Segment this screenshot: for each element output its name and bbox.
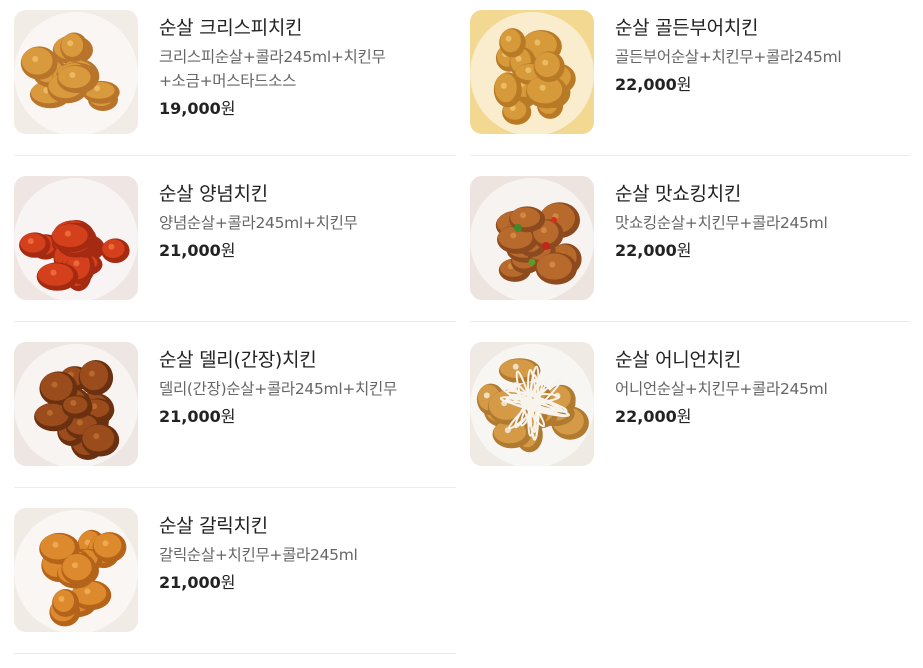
yangnyeom-chicken-image[interactable] [14, 176, 138, 300]
currency-suffix: 원 [220, 573, 236, 592]
currency-suffix: 원 [676, 241, 692, 260]
menu-item-price: 19,000원 [159, 97, 454, 121]
menu-item-name[interactable]: 순살 크리스피치킨 [159, 14, 454, 42]
menu-item-info: 순살 골든부어치킨골든부어순살+치킨무+콜라245ml 22,000원 [615, 14, 910, 97]
menu-item[interactable]: 순살 골든부어치킨골든부어순살+치킨무+콜라245ml 22,000원 [470, 10, 910, 170]
menu-item-description-line: 크리스피순살+콜라245ml+치킨무 [159, 48, 386, 66]
menu-item[interactable]: 순살 어니언치킨어니언순살+치킨무+콜라245ml 22,000원 [470, 342, 910, 502]
divider [14, 321, 456, 322]
menu-item-description: 갈릭순살+치킨무+콜라245ml [159, 543, 454, 567]
menu-item-price: 21,000원 [159, 405, 454, 429]
menu-item-description: 어니언순살+치킨무+콜라245ml [615, 377, 910, 401]
menu-item[interactable]: 순살 양념치킨양념순살+콜라245ml+치킨무 21,000원 [14, 176, 454, 336]
divider [14, 487, 456, 488]
price-value: 21,000 [159, 407, 221, 426]
price-value: 22,000 [615, 75, 677, 94]
menu-item-name[interactable]: 순살 양념치킨 [159, 180, 454, 208]
menu-item-info: 순살 델리(간장)치킨델리(간장)순살+콜라245ml+치킨무 21,000원 [159, 346, 454, 429]
menu-item-price: 21,000원 [159, 239, 454, 263]
menu-item[interactable]: 순살 맛쇼킹치킨맛쇼킹순살+치킨무+콜라245ml 22,000원 [470, 176, 910, 336]
menu-item-description-line: 델리(간장)순살+콜라245ml+치킨무 [159, 380, 397, 398]
menu-item-name[interactable]: 순살 델리(간장)치킨 [159, 346, 454, 374]
menu-item-name[interactable]: 순살 갈릭치킨 [159, 512, 454, 540]
menu-item-info: 순살 갈릭치킨갈릭순살+치킨무+콜라245ml 21,000원 [159, 512, 454, 595]
menu-item-description-line: 갈릭순살+치킨무+콜라245ml [159, 546, 358, 564]
currency-suffix: 원 [676, 407, 692, 426]
menu-item-price: 22,000원 [615, 405, 910, 429]
divider [14, 653, 456, 654]
divider [470, 321, 910, 322]
price-value: 22,000 [615, 241, 677, 260]
menu-item[interactable]: 순살 델리(간장)치킨델리(간장)순살+콜라245ml+치킨무 21,000원 [14, 342, 454, 502]
menu-item-info: 순살 양념치킨양념순살+콜라245ml+치킨무 21,000원 [159, 180, 454, 263]
deli-soy-chicken-image[interactable] [14, 342, 138, 466]
menu-item-description-line: 맛쇼킹순살+치킨무+콜라245ml [615, 214, 828, 232]
price-value: 21,000 [159, 573, 221, 592]
menu-item-description-line: +소금+머스타드소스 [159, 72, 297, 90]
menu-item[interactable]: 순살 크리스피치킨크리스피순살+콜라245ml+치킨무 +소금+머스타드소스 19,… [14, 10, 454, 170]
menu-item-price: 22,000원 [615, 73, 910, 97]
menu-item-info: 순살 맛쇼킹치킨맛쇼킹순살+치킨무+콜라245ml 22,000원 [615, 180, 910, 263]
currency-suffix: 원 [676, 75, 692, 94]
menu-item-name[interactable]: 순살 어니언치킨 [615, 346, 910, 374]
currency-suffix: 원 [220, 99, 236, 118]
menu-item-description: 크리스피순살+콜라245ml+치킨무 +소금+머스타드소스 [159, 45, 454, 93]
price-value: 22,000 [615, 407, 677, 426]
divider [14, 155, 456, 156]
golden-chicken-image[interactable] [470, 10, 594, 134]
menu-item[interactable]: 순살 갈릭치킨갈릭순살+치킨무+콜라245ml 21,000원 [14, 508, 454, 668]
onion-chicken-image[interactable] [470, 342, 594, 466]
menu-item-description: 골든부어순살+치킨무+콜라245ml [615, 45, 910, 69]
menu-item-info: 순살 크리스피치킨크리스피순살+콜라245ml+치킨무 +소금+머스타드소스 19,… [159, 14, 454, 121]
menu-item-description: 양념순살+콜라245ml+치킨무 [159, 211, 454, 235]
divider [470, 155, 910, 156]
menu-item-description-line: 골든부어순살+치킨무+콜라245ml [615, 48, 842, 66]
crispy-chicken-image[interactable] [14, 10, 138, 134]
menu-item-price: 22,000원 [615, 239, 910, 263]
menu-item-description: 맛쇼킹순살+치킨무+콜라245ml [615, 211, 910, 235]
menu-item-name[interactable]: 순살 맛쇼킹치킨 [615, 180, 910, 208]
price-value: 21,000 [159, 241, 221, 260]
menu-item-info: 순살 어니언치킨어니언순살+치킨무+콜라245ml 22,000원 [615, 346, 910, 429]
price-value: 19,000 [159, 99, 221, 118]
menu-item-description-line: 어니언순살+치킨무+콜라245ml [615, 380, 828, 398]
menu-item-price: 21,000원 [159, 571, 454, 595]
currency-suffix: 원 [220, 241, 236, 260]
mat-shocking-chicken-image[interactable] [470, 176, 594, 300]
garlic-chicken-image[interactable] [14, 508, 138, 632]
menu-item-description-line: 양념순살+콜라245ml+치킨무 [159, 214, 358, 232]
menu-item-description: 델리(간장)순살+콜라245ml+치킨무 [159, 377, 454, 401]
currency-suffix: 원 [220, 407, 236, 426]
menu-item-name[interactable]: 순살 골든부어치킨 [615, 14, 910, 42]
